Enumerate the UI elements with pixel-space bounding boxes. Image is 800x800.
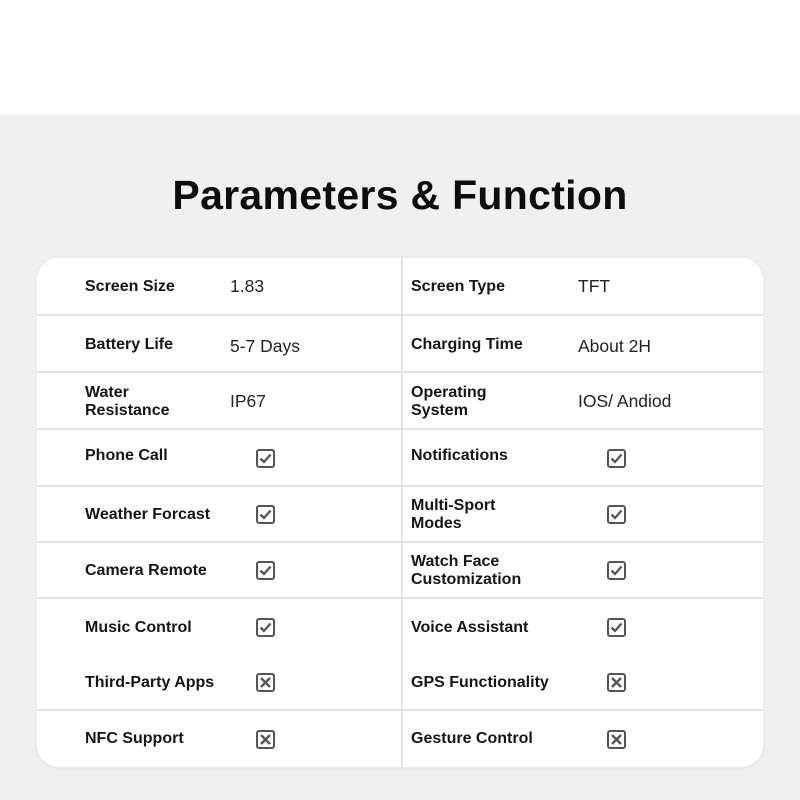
- check-icon: [607, 618, 626, 637]
- cross-icon: [256, 673, 275, 692]
- cross-icon: [607, 729, 626, 749]
- feature-status: [607, 487, 626, 542]
- spec-label: Charging Time: [411, 335, 523, 353]
- feature-label: GPS Functionality: [411, 673, 549, 691]
- spec-value: 1.83: [230, 276, 265, 296]
- feature-label: Phone Call: [85, 446, 168, 464]
- feature-label: Multi-Sport Modes: [411, 496, 496, 532]
- page-title: Parameters & Function: [172, 172, 628, 218]
- spec-value: 5-7 Days: [230, 335, 301, 356]
- feature-status: [256, 487, 275, 542]
- feature-row: Camera Remote Watch Face Customization: [37, 543, 763, 598]
- cross-icon: [256, 729, 275, 749]
- feature-label: Camera Remote: [85, 561, 207, 579]
- feature-label: NFC Support: [85, 730, 184, 747]
- check-icon: [607, 561, 626, 580]
- feature-status: [607, 430, 626, 487]
- check-icon: [256, 505, 275, 524]
- feature-status: [607, 711, 626, 767]
- feature-status: [607, 656, 626, 709]
- feature-status: [607, 599, 626, 656]
- top-blank-area: [0, 0, 800, 115]
- feature-status: [256, 656, 275, 709]
- feature-label: Weather Forcast: [85, 505, 211, 523]
- check-icon: [256, 449, 275, 468]
- spec-value: About 2H: [578, 335, 651, 356]
- spec-label: Screen Size: [85, 277, 175, 295]
- cross-icon: [607, 673, 626, 692]
- feature-status: [256, 543, 275, 598]
- check-icon: [607, 505, 626, 524]
- spec-value: TFT: [578, 276, 611, 296]
- parameters-table: Screen Size 1.83 Screen Type TFT Battery…: [37, 258, 763, 767]
- feature-status: [256, 711, 275, 767]
- feature-label: Notifications: [411, 446, 508, 464]
- feature-label: Gesture Control: [411, 730, 533, 747]
- page: Parameters & Function Screen Size 1.83 S…: [0, 0, 800, 800]
- check-icon: [256, 618, 275, 637]
- check-icon: [256, 561, 275, 580]
- spec-row: Water Resistance IP67 Operating System I…: [37, 373, 763, 430]
- spec-label: Battery Life: [85, 335, 174, 353]
- feature-status: [256, 430, 275, 487]
- feature-row: Phone Call Notifications: [37, 430, 763, 487]
- feature-label: Watch Face Customization: [411, 552, 522, 588]
- feature-label: Voice Assistant: [411, 618, 529, 636]
- feature-row: Third-Party Apps GPS Functionality: [37, 656, 763, 709]
- spec-value: IP67: [230, 391, 266, 411]
- feature-status: [256, 599, 275, 656]
- feature-label: Music Control: [85, 618, 192, 636]
- spec-row: Screen Size 1.83 Screen Type TFT: [37, 258, 763, 315]
- feature-status: [607, 543, 626, 598]
- spec-value: IOS/ Andiod: [578, 391, 672, 411]
- feature-row: Weather Forcast Multi-Sport Modes: [37, 487, 763, 542]
- spec-label: Screen Type: [411, 277, 505, 295]
- spec-label: Operating System: [411, 383, 487, 419]
- feature-row: Music Control Voice Assistant: [37, 599, 763, 656]
- feature-label: Third-Party Apps: [85, 673, 215, 691]
- spec-label: Water Resistance: [85, 383, 170, 419]
- check-icon: [607, 449, 626, 468]
- spec-row: Battery Life 5-7 Days Charging Time Abou…: [37, 316, 763, 373]
- feature-row: NFC Support Gesture Control: [37, 711, 763, 767]
